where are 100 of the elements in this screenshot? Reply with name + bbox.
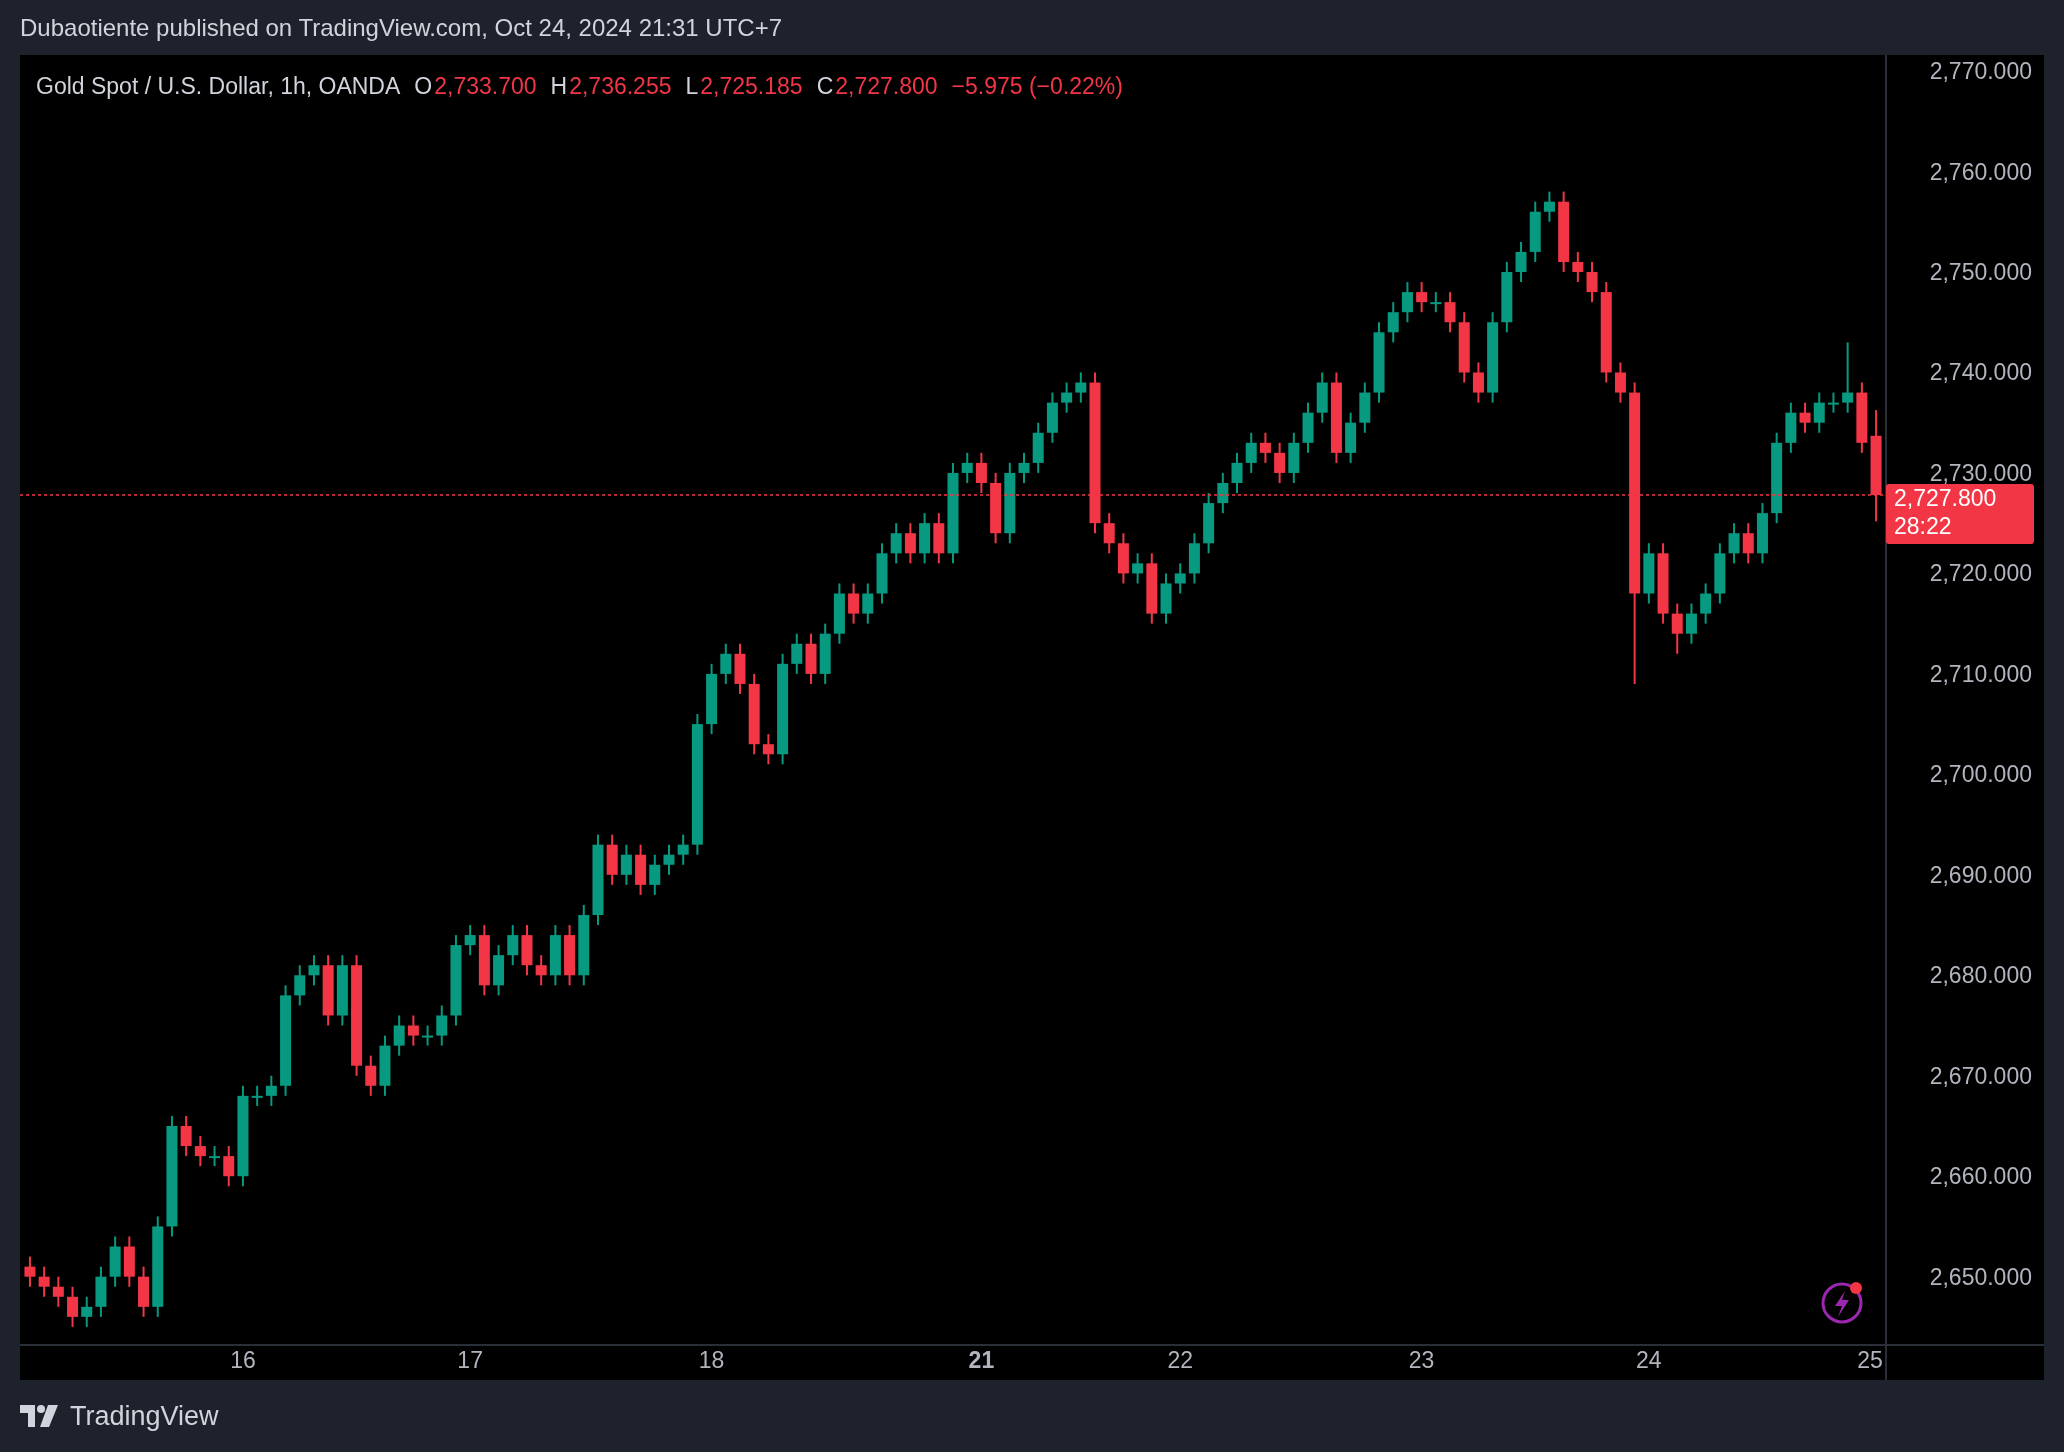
candlestick	[209, 1145, 221, 1168]
time-axis-label: 18	[698, 1347, 725, 1373]
candlestick	[1401, 281, 1413, 324]
candlestick	[1728, 522, 1740, 565]
candlestick	[1430, 291, 1442, 314]
price-axis-label: 2,770.000	[1929, 58, 2032, 85]
candlestick	[1685, 602, 1697, 645]
time-axis-label: 21	[968, 1347, 995, 1373]
candlestick	[223, 1145, 235, 1188]
ohlc-value: 2,725.185	[700, 73, 803, 100]
candlestick	[1444, 291, 1456, 334]
price-axis-label: 2,720.000	[1929, 560, 2032, 587]
candlestick	[365, 1054, 377, 1097]
time-axis-label: 17	[457, 1347, 483, 1373]
candlestick	[791, 632, 803, 675]
candlestick	[876, 542, 888, 605]
candlestick	[1203, 492, 1215, 555]
candlestick	[1032, 421, 1044, 474]
candlestick	[620, 843, 632, 886]
price-axis-label: 2,740.000	[1929, 359, 2032, 386]
publish-info: Dubaotiente published on TradingView.com, Oct 24, 2024 21:31 UTC+7	[20, 13, 783, 42]
candlestick	[663, 843, 675, 876]
candlestick	[1742, 522, 1754, 565]
price-axis-label: 2,730.000	[1929, 459, 2032, 486]
candlestick	[1515, 240, 1527, 284]
candlestick	[67, 1285, 79, 1328]
candlestick	[1586, 260, 1598, 304]
time-axis-label: 23	[1408, 1347, 1435, 1373]
candlestick	[251, 1084, 263, 1107]
candlestick	[720, 642, 732, 685]
candlestick	[1472, 361, 1484, 404]
candlestick	[194, 1135, 206, 1168]
candlestick	[95, 1265, 107, 1318]
candlestick	[1671, 602, 1683, 655]
candlestick	[819, 622, 831, 685]
candlestick	[294, 964, 306, 1007]
time-axis-label: 22	[1167, 1347, 1193, 1373]
price-axis-label: 2,650.000	[1929, 1263, 2032, 1290]
candlestick	[762, 733, 774, 766]
candlestick	[1217, 471, 1229, 515]
candlestick	[549, 924, 561, 987]
price-axis-label: 2,660.000	[1929, 1163, 2032, 1190]
lightning-icon[interactable]	[1821, 1282, 1863, 1324]
price-axis-label: 2,670.000	[1929, 1062, 2032, 1089]
candlestick	[81, 1295, 93, 1328]
candlestick	[904, 522, 916, 565]
candlestick	[1103, 512, 1115, 555]
time-axis-label: 24	[1636, 1347, 1662, 1373]
price-axis-label: 2,760.000	[1929, 158, 2032, 185]
candlestick	[1302, 401, 1314, 454]
candlestick	[393, 1014, 405, 1057]
candlestick	[1117, 532, 1129, 585]
candlestick	[407, 1014, 419, 1047]
candlestick	[1714, 542, 1726, 605]
candlestick	[422, 1024, 434, 1047]
price-axis-label: 2,700.000	[1929, 761, 2032, 788]
candlestick	[649, 853, 661, 896]
price-change: −5.975 (−0.22%)	[951, 73, 1123, 100]
candlestick	[1018, 451, 1030, 484]
candlestick	[1061, 381, 1073, 414]
candlestick	[1543, 190, 1555, 223]
candlestick	[1345, 411, 1357, 464]
candlestick	[265, 1074, 277, 1107]
price-axis-label: 2,690.000	[1929, 861, 2032, 888]
candlestick	[1316, 371, 1328, 424]
ohlc-key: C	[816, 73, 834, 100]
candlestick	[38, 1265, 50, 1298]
candlestick	[890, 522, 902, 565]
candlestick	[734, 642, 746, 695]
candlestick	[52, 1275, 64, 1308]
candlestick	[862, 582, 874, 625]
candlestick	[975, 451, 987, 495]
candlestick	[833, 582, 845, 645]
candlestick	[535, 954, 547, 987]
ohlc-key: L	[685, 73, 699, 100]
ohlc-value: 2,736.255	[569, 73, 672, 100]
candlestick	[1359, 381, 1371, 434]
candlestick	[919, 512, 931, 565]
candlestick	[1700, 582, 1712, 625]
candlestick	[1132, 552, 1144, 585]
candlestick	[1572, 250, 1584, 284]
ohlc-key: O	[414, 73, 433, 100]
price-axis-label: 2,750.000	[1929, 259, 2032, 285]
candlestick	[1387, 301, 1399, 344]
candlestick	[1160, 572, 1172, 625]
candlestick	[379, 1034, 391, 1097]
price-axis-label: 2,710.000	[1929, 660, 2032, 687]
candlestick	[1188, 532, 1200, 585]
candlestick	[180, 1114, 192, 1158]
candlestick	[1643, 542, 1655, 605]
candlestick	[1288, 431, 1300, 484]
time-axis-label: 25	[1857, 1347, 1883, 1373]
symbol-title: Gold Spot / U.S. Dollar, 1h, OANDA	[36, 73, 401, 100]
candlestick	[1231, 451, 1243, 495]
candlestick	[1785, 401, 1797, 454]
ohlc-key: H	[550, 73, 568, 100]
candlestick	[1174, 562, 1186, 595]
logo-icon	[20, 1405, 60, 1427]
candlestick	[1827, 391, 1839, 414]
candlestick	[961, 451, 973, 484]
